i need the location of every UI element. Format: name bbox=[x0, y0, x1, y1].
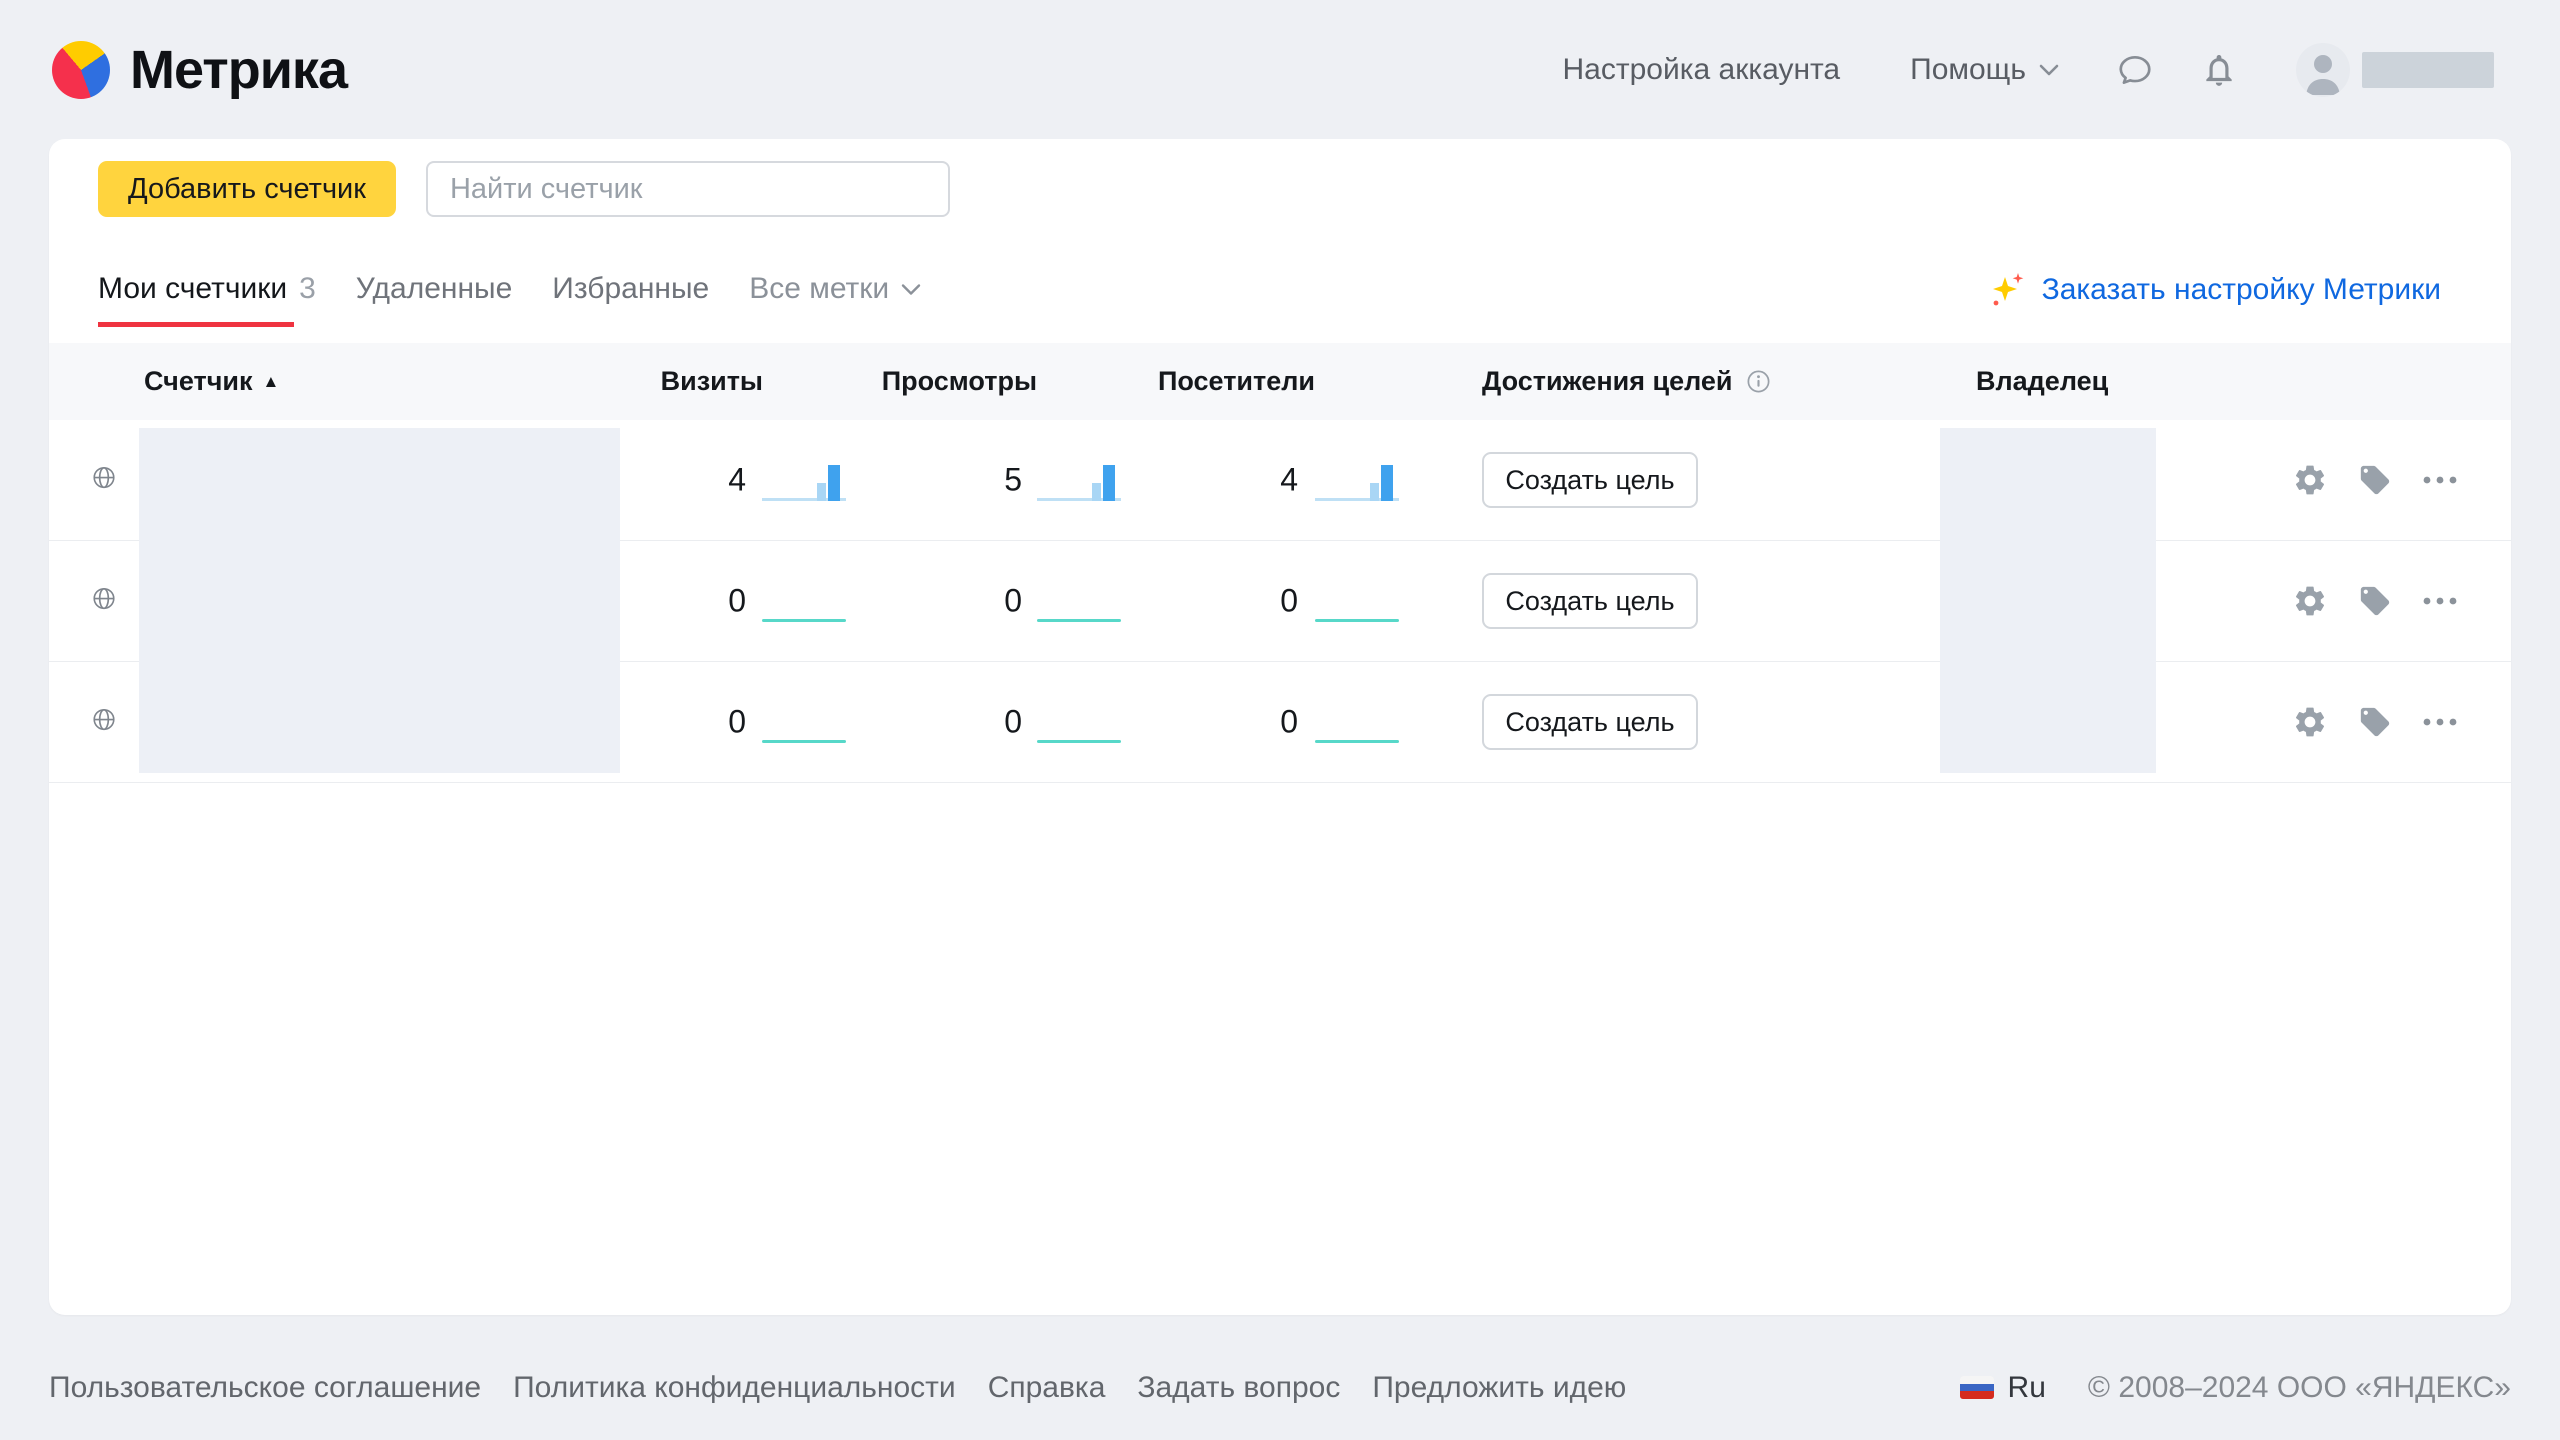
footer-link-help[interactable]: Справка bbox=[988, 1371, 1106, 1405]
views-sparkline bbox=[1037, 456, 1121, 504]
metrika-counters-page: Метрика Настройка аккаунта Помощь bbox=[0, 0, 2560, 1440]
more-actions-icon[interactable] bbox=[2422, 583, 2458, 619]
avatar[interactable] bbox=[2296, 43, 2350, 97]
chevron-down-icon bbox=[901, 283, 921, 296]
column-counter-label: Счетчик bbox=[144, 366, 253, 397]
row-actions bbox=[2292, 462, 2458, 498]
help-menu[interactable]: Помощь bbox=[1910, 53, 2060, 87]
settings-gear-icon[interactable] bbox=[2292, 704, 2328, 740]
sparkle-icon bbox=[1986, 269, 2028, 311]
active-tab-underline bbox=[98, 322, 294, 327]
tab-my-counters[interactable]: Мои счетчики 3 bbox=[98, 272, 316, 306]
views-value: 0 bbox=[885, 704, 1022, 741]
settings-gear-icon[interactable] bbox=[2292, 583, 2328, 619]
brand[interactable]: Метрика bbox=[52, 39, 347, 101]
order-metrika-setup-link[interactable]: Заказать настройку Метрики bbox=[1986, 269, 2441, 311]
footer-link-ask-question[interactable]: Задать вопрос bbox=[1137, 1371, 1340, 1405]
column-visits[interactable]: Визиты bbox=[603, 343, 763, 420]
visitors-value: 4 bbox=[1161, 462, 1298, 499]
visits-value: 0 bbox=[609, 704, 746, 741]
chevron-down-icon bbox=[2038, 63, 2060, 77]
order-link-label: Заказать настройку Метрики bbox=[2042, 273, 2441, 307]
create-goal-button[interactable]: Создать цель bbox=[1482, 452, 1698, 508]
visitors-value: 0 bbox=[1161, 583, 1298, 620]
visits-sparkline bbox=[762, 456, 846, 504]
language-switcher[interactable]: Ru bbox=[1960, 1371, 2046, 1405]
owner-redacted bbox=[1940, 428, 2156, 773]
create-goal-button[interactable]: Создать цель bbox=[1482, 694, 1698, 750]
chat-icon[interactable] bbox=[2116, 51, 2154, 89]
goal-info-icon[interactable] bbox=[1745, 368, 1772, 395]
counters-card: Добавить счетчик Мои счетчики 3 Удаленны… bbox=[49, 139, 2511, 1315]
topbar-right: Настройка аккаунта Помощь bbox=[1563, 43, 2495, 97]
globe-icon bbox=[91, 465, 117, 496]
create-goal-button[interactable]: Создать цель bbox=[1482, 573, 1698, 629]
account-settings-link[interactable]: Настройка аккаунта bbox=[1563, 53, 1841, 87]
visitors-sparkline bbox=[1315, 698, 1399, 746]
views-sparkline bbox=[1037, 577, 1121, 625]
globe-icon bbox=[91, 586, 117, 617]
tab-favorites[interactable]: Избранные bbox=[552, 272, 709, 306]
user-name-redacted bbox=[2362, 52, 2494, 88]
brand-name: Метрика bbox=[130, 39, 347, 101]
globe-icon bbox=[91, 707, 117, 738]
tab-deleted[interactable]: Удаленные bbox=[356, 272, 512, 306]
row-actions bbox=[2292, 583, 2458, 619]
visits-value: 4 bbox=[609, 462, 746, 499]
row-actions bbox=[2292, 704, 2458, 740]
table-header: Счетчик ▲ Визиты Просмотры Посетители До… bbox=[49, 343, 2511, 420]
all-labels-dropdown[interactable]: Все метки bbox=[749, 272, 921, 306]
column-counter[interactable]: Счетчик ▲ bbox=[144, 343, 279, 420]
footer-links: Пользовательское соглашение Политика кон… bbox=[49, 1371, 1626, 1405]
column-views[interactable]: Просмотры bbox=[885, 343, 1037, 420]
label-tag-icon[interactable] bbox=[2357, 583, 2393, 619]
more-actions-icon[interactable] bbox=[2422, 462, 2458, 498]
sort-asc-icon: ▲ bbox=[263, 372, 280, 392]
column-goals-label: Достижения целей bbox=[1482, 366, 1733, 397]
visitors-sparkline bbox=[1315, 577, 1399, 625]
views-value: 0 bbox=[885, 583, 1022, 620]
footer-right: Ru © 2008–2024 ООО «ЯНДЕКС» bbox=[1960, 1371, 2511, 1405]
visitors-value: 0 bbox=[1161, 704, 1298, 741]
footer-link-privacy[interactable]: Политика конфиденциальности bbox=[513, 1371, 956, 1405]
russian-flag-icon bbox=[1960, 1376, 1994, 1399]
settings-gear-icon[interactable] bbox=[2292, 462, 2328, 498]
label-tag-icon[interactable] bbox=[2357, 704, 2393, 740]
footer-link-terms[interactable]: Пользовательское соглашение bbox=[49, 1371, 481, 1405]
help-label: Помощь bbox=[1910, 53, 2026, 87]
add-counter-button[interactable]: Добавить счетчик bbox=[98, 161, 396, 217]
visits-sparkline bbox=[762, 577, 846, 625]
column-goals: Достижения целей bbox=[1482, 343, 1772, 420]
label-tag-icon[interactable] bbox=[2357, 462, 2393, 498]
column-owner: Владелец bbox=[1976, 343, 2108, 420]
views-value: 5 bbox=[885, 462, 1022, 499]
search-counter-input[interactable] bbox=[426, 161, 950, 217]
visits-value: 0 bbox=[609, 583, 746, 620]
toolbar: Добавить счетчик bbox=[98, 161, 950, 217]
column-visitors[interactable]: Посетители bbox=[1161, 343, 1315, 420]
visitors-sparkline bbox=[1315, 456, 1399, 504]
language-label: Ru bbox=[2008, 1371, 2046, 1405]
copyright: © 2008–2024 ООО «ЯНДЕКС» bbox=[2088, 1371, 2511, 1405]
visits-sparkline bbox=[762, 698, 846, 746]
more-actions-icon[interactable] bbox=[2422, 704, 2458, 740]
tab-my-counters-label: Мои счетчики bbox=[98, 272, 287, 306]
table-body: 4 5 4 Создать цель bbox=[49, 420, 2511, 783]
notifications-bell-icon[interactable] bbox=[2200, 51, 2238, 89]
footer-link-suggest-idea[interactable]: Предложить идею bbox=[1372, 1371, 1626, 1405]
tabs: Мои счетчики 3 Удаленные Избранные Все м… bbox=[98, 257, 921, 321]
topbar: Метрика Настройка аккаунта Помощь bbox=[0, 0, 2560, 139]
my-counters-count-badge: 3 bbox=[299, 272, 316, 306]
footer: Пользовательское соглашение Политика кон… bbox=[49, 1315, 2511, 1440]
counter-name-redacted[interactable] bbox=[139, 428, 620, 773]
views-sparkline bbox=[1037, 698, 1121, 746]
all-labels-label: Все метки bbox=[749, 272, 889, 306]
metrika-logo-icon bbox=[52, 41, 110, 99]
